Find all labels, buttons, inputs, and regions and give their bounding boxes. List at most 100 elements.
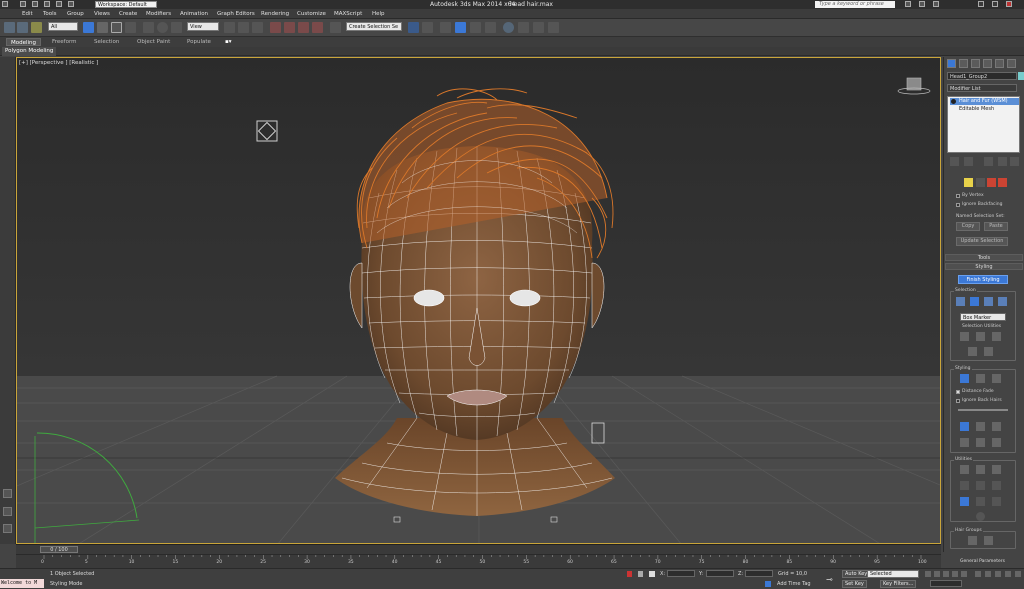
- reference-coord-dropdown[interactable]: View: [187, 22, 219, 31]
- render-setup-icon[interactable]: [518, 22, 529, 33]
- pop-selected-icon[interactable]: [976, 465, 985, 474]
- select-hair-by-ends-icon[interactable]: [956, 297, 965, 306]
- clump-icon[interactable]: [960, 438, 969, 447]
- hair-cut-icon[interactable]: [976, 374, 985, 383]
- menu-edit[interactable]: Edit: [22, 9, 33, 19]
- curve-editor-icon[interactable]: [470, 22, 481, 33]
- select-by-name-icon[interactable]: [97, 22, 108, 33]
- styling-rollout[interactable]: Styling: [945, 263, 1023, 270]
- key-icon[interactable]: ⊸: [826, 575, 833, 584]
- y-coord-field[interactable]: [706, 570, 734, 577]
- tab-freeform[interactable]: Freeform: [48, 38, 81, 46]
- menu-animation[interactable]: Animation: [180, 9, 208, 19]
- menu-maxscript[interactable]: MAXScript: [334, 9, 362, 19]
- layout-icon-2[interactable]: [3, 524, 12, 533]
- tab-object-paint[interactable]: Object Paint: [133, 38, 174, 46]
- rotate-selection-icon[interactable]: [976, 332, 985, 341]
- open-file-icon[interactable]: [32, 1, 38, 7]
- menu-create[interactable]: Create: [119, 9, 137, 19]
- pivot-center-icon[interactable]: [224, 22, 235, 33]
- schematic-view-icon[interactable]: [485, 22, 496, 33]
- isolate-icon[interactable]: [627, 571, 632, 577]
- ignore-backfacing-checkbox[interactable]: [956, 203, 960, 207]
- x-coord-field[interactable]: [667, 570, 695, 577]
- ignore-back-hairs-checkbox[interactable]: [956, 399, 960, 403]
- pan-icon[interactable]: [985, 571, 991, 577]
- menu-rendering[interactable]: Rendering: [261, 9, 289, 19]
- edge-subobject-icon[interactable]: [998, 178, 1007, 187]
- new-file-icon[interactable]: [20, 1, 26, 7]
- finish-styling-button[interactable]: Finish Styling: [958, 275, 1008, 284]
- show-hidden-icon[interactable]: [984, 347, 993, 356]
- hair-subobject-icon[interactable]: [976, 178, 985, 187]
- menu-group[interactable]: Group: [67, 9, 84, 19]
- add-time-tag[interactable]: Add Time Tag: [777, 581, 811, 587]
- maximize-icon[interactable]: [992, 1, 998, 7]
- brush-size-slider[interactable]: [958, 409, 1008, 411]
- remove-modifier-icon[interactable]: [998, 157, 1007, 166]
- play-icon[interactable]: [943, 571, 949, 577]
- tab-populate[interactable]: Populate: [183, 38, 215, 46]
- unlink-icon[interactable]: [17, 22, 28, 33]
- menu-tools[interactable]: Tools: [43, 9, 57, 19]
- menu-graph-editors[interactable]: Graph Editors: [217, 9, 255, 19]
- display-tab-icon[interactable]: [995, 59, 1004, 68]
- toggle-collisions-icon[interactable]: [960, 481, 969, 490]
- previous-frame-icon[interactable]: [934, 571, 940, 577]
- named-selection-dropdown[interactable]: Create Selection Se: [346, 22, 402, 31]
- key-filters-button[interactable]: Key Filters...: [880, 580, 917, 588]
- vertex-subobject-icon[interactable]: [987, 178, 996, 187]
- tab-selection[interactable]: Selection: [90, 38, 123, 46]
- orbit-icon[interactable]: [995, 571, 1001, 577]
- menu-customize[interactable]: Customize: [297, 9, 326, 19]
- keyboard-shortcut-icon[interactable]: [252, 22, 263, 33]
- material-editor-icon[interactable]: [503, 22, 514, 33]
- scale-icon[interactable]: [171, 22, 182, 33]
- by-vertex-checkbox[interactable]: [956, 194, 960, 198]
- lock-icon[interactable]: [992, 481, 1001, 490]
- rendered-frame-window-icon[interactable]: [533, 22, 544, 33]
- snap-toggle-icon[interactable]: [270, 22, 281, 33]
- tab-modeling[interactable]: Modeling: [6, 38, 42, 46]
- lock-selected-icon[interactable]: [976, 497, 985, 506]
- stack-item-hair-fur[interactable]: Hair and Fur (WSM): [950, 98, 1019, 105]
- object-color-swatch[interactable]: [1018, 72, 1024, 80]
- tools-rollout[interactable]: Tools: [945, 254, 1023, 261]
- merge-group-icon[interactable]: [984, 536, 993, 545]
- goto-start-icon[interactable]: [925, 571, 931, 577]
- viewport-label[interactable]: [+] [Perspective ] [Realistic ]: [19, 60, 98, 66]
- puff-roots-icon[interactable]: [992, 422, 1001, 431]
- box-marker-dropdown[interactable]: Box Marker: [960, 313, 1006, 321]
- show-end-result-icon[interactable]: [964, 157, 973, 166]
- hierarchy-tab-icon[interactable]: [971, 59, 980, 68]
- select-manipulate-icon[interactable]: [238, 22, 249, 33]
- select-whole-guide-icon[interactable]: [970, 297, 979, 306]
- selection-filter-dropdown[interactable]: All: [48, 22, 78, 31]
- recomb-icon[interactable]: [960, 497, 969, 506]
- angle-snap-icon[interactable]: [284, 22, 295, 33]
- perspective-viewport[interactable]: [+] [Perspective ] [Realistic ]: [16, 57, 941, 544]
- goto-end-icon[interactable]: [961, 571, 967, 577]
- workspace-dropdown[interactable]: Workspace: Default: [95, 1, 157, 8]
- redo-icon[interactable]: [68, 1, 74, 7]
- layout-icon[interactable]: [3, 507, 12, 516]
- maxscript-listener[interactable]: Welcome to M: [0, 579, 44, 588]
- object-name-field[interactable]: Head1_Group2: [947, 72, 1017, 80]
- pop-zero-sel-icon[interactable]: [992, 465, 1001, 474]
- menu-help[interactable]: Help: [372, 9, 385, 19]
- track-bar[interactable]: 0 5 10 15 20 25 30 35 40 45 50 55 60 65 70 75 80 85 90 95 10…: [16, 554, 941, 568]
- field-of-view-icon[interactable]: [1005, 571, 1011, 577]
- select-guide-vertices-icon[interactable]: [984, 297, 993, 306]
- edit-named-selection-icon[interactable]: [330, 22, 341, 33]
- rect-selection-icon[interactable]: [111, 22, 122, 33]
- pin-stack-icon[interactable]: [950, 157, 959, 166]
- menu-views[interactable]: Views: [94, 9, 110, 19]
- zoom-icon[interactable]: [975, 571, 981, 577]
- ribbon-options-icon[interactable]: ▪▾: [221, 38, 236, 46]
- selected-dropdown[interactable]: Selected: [867, 570, 919, 578]
- guide-subobject-icon[interactable]: [964, 178, 973, 187]
- scale-hair-icon[interactable]: [992, 438, 1001, 447]
- tab-polygon-modeling[interactable]: Polygon Modeling: [2, 47, 57, 56]
- make-unique-icon[interactable]: [984, 157, 993, 166]
- rotate-icon[interactable]: [157, 22, 168, 33]
